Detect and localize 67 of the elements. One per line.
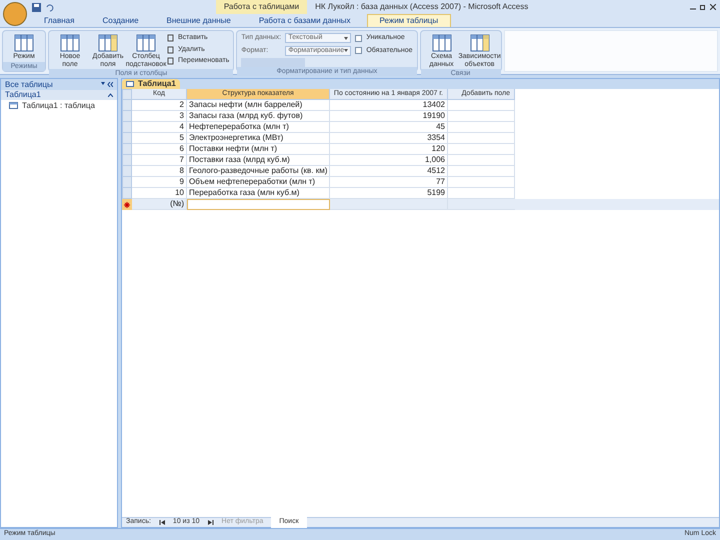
table-cell — [448, 166, 515, 177]
select-all-cell[interactable] — [122, 89, 132, 100]
ribbon-tab[interactable]: Работа с базами данных — [246, 14, 363, 27]
table-cell: 120 — [330, 144, 448, 155]
nav-item[interactable]: Таблица1 : таблица — [1, 100, 117, 111]
table-cell: Нефтепереработка (млн т) — [187, 122, 330, 133]
close-icon[interactable] — [710, 4, 716, 10]
table-icon — [430, 33, 453, 53]
collapse-icon[interactable] — [101, 82, 113, 87]
nav-pane-title: Все таблицы — [5, 78, 53, 90]
nav-group-header[interactable]: Таблица1 — [1, 90, 117, 100]
table-icon — [59, 33, 81, 53]
ribbon-tab[interactable]: Внешние данные — [154, 14, 243, 27]
table-cell: Геолого-разведочные работы (кв. км) — [187, 166, 330, 177]
table-cell: 6 — [132, 144, 187, 155]
cell-input[interactable] — [187, 199, 330, 210]
ribbon-tab[interactable]: Создание — [90, 14, 151, 27]
table-cell: 3354 — [330, 133, 448, 144]
table-icon — [135, 33, 157, 53]
table-icon — [126, 81, 134, 87]
window-title: НК Лукойл : база данных (Access 2007) - Microsoft Access — [315, 1, 528, 13]
table-cell — [448, 111, 515, 122]
chevron-icon — [108, 93, 113, 97]
table-cell: Электроэнергетика (МВт) — [187, 133, 330, 144]
table-cell: 1,006 — [330, 155, 448, 166]
save-icon[interactable] — [32, 2, 41, 12]
table-cell: Объем нефтепереработки (млн т) — [187, 177, 330, 188]
table-cell: 8 — [132, 166, 187, 177]
table-cell: 4 — [132, 122, 187, 133]
table-icon — [468, 33, 491, 53]
table-cell — [448, 144, 515, 155]
table-cell: 19190 — [330, 111, 448, 122]
table-cell: 45 — [330, 122, 448, 133]
table-cell: 77 — [330, 177, 448, 188]
table-cell — [448, 100, 515, 111]
table-cell — [448, 133, 515, 144]
caret-icon — [344, 49, 348, 52]
ribbon-tab[interactable]: Режим таблицы — [366, 14, 452, 27]
checkbox[interactable] — [355, 34, 362, 42]
table-icon — [13, 33, 35, 53]
table-cell — [448, 177, 515, 188]
table-icon — [97, 33, 119, 53]
table-cell: 7 — [132, 155, 187, 166]
table-cell: Поставки газа (млрд куб.м) — [187, 155, 330, 166]
table-cell: 3 — [132, 111, 187, 122]
table-cell: Запасы нефти (млн баррелей) — [187, 100, 330, 111]
nav-group-title: Таблица1 — [5, 89, 41, 101]
table-icon — [9, 102, 18, 109]
context-title: Работа с таблицами — [216, 0, 308, 14]
table-cell: 2 — [132, 100, 187, 111]
caret-icon — [344, 36, 348, 40]
first-record-icon[interactable] — [158, 520, 165, 525]
checkbox[interactable] — [355, 47, 362, 54]
table-cell — [448, 155, 515, 166]
table-cell — [448, 122, 515, 133]
undo-icon[interactable] — [45, 2, 54, 12]
new-record-icon — [124, 202, 130, 208]
table-cell: 4512 — [330, 166, 448, 177]
table-cell: Поставки нефти (млн т) — [187, 144, 330, 155]
table-cell: 9 — [132, 177, 187, 188]
table-cell: 5 — [132, 133, 187, 144]
last-record-icon[interactable] — [208, 520, 214, 525]
table-cell: Запасы газа (млрд куб. футов) — [187, 111, 330, 122]
ribbon-tab[interactable]: Главная — [32, 14, 86, 27]
table-cell: 13402 — [330, 100, 448, 111]
document-tab[interactable]: Таблица1 — [122, 79, 180, 89]
restore-icon[interactable] — [700, 4, 706, 10]
